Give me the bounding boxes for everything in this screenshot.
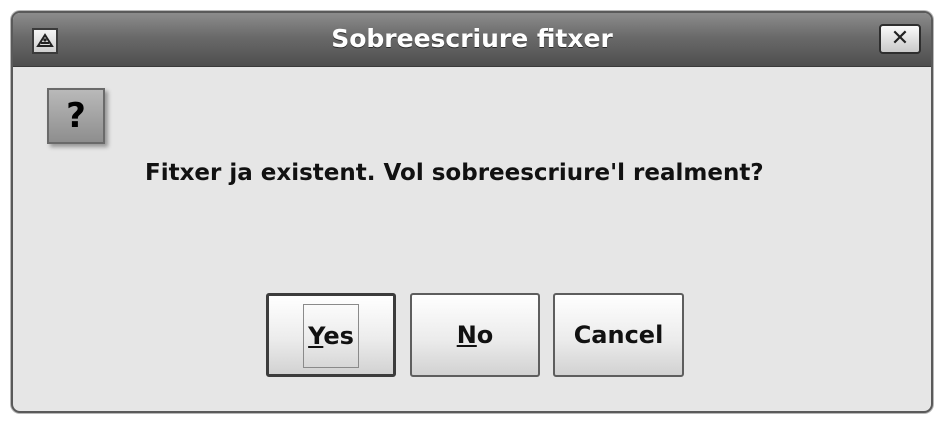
- focus-ring: [303, 304, 359, 368]
- question-mark: ?: [66, 96, 86, 136]
- overwrite-file-dialog: Sobreescriure fitxer ✕ ? Fitxer ja exist…: [11, 11, 933, 413]
- close-icon: ✕: [890, 26, 910, 51]
- dialog-message: Fitxer ja existent. Vol sobreescriure'l …: [145, 160, 764, 186]
- dialog-title: Sobreescriure fitxer: [331, 24, 613, 53]
- cancel-button[interactable]: Cancel: [553, 293, 684, 377]
- cancel-label: Cancel: [573, 321, 664, 349]
- yes-button[interactable]: Yes: [266, 293, 396, 377]
- question-icon: ?: [47, 88, 105, 144]
- close-button[interactable]: ✕: [879, 24, 921, 54]
- no-label-rest: o: [476, 321, 494, 349]
- title-bar[interactable]: Sobreescriure fitxer ✕: [13, 13, 931, 67]
- no-button[interactable]: No: [410, 293, 540, 377]
- no-mnemonic: N: [456, 321, 477, 349]
